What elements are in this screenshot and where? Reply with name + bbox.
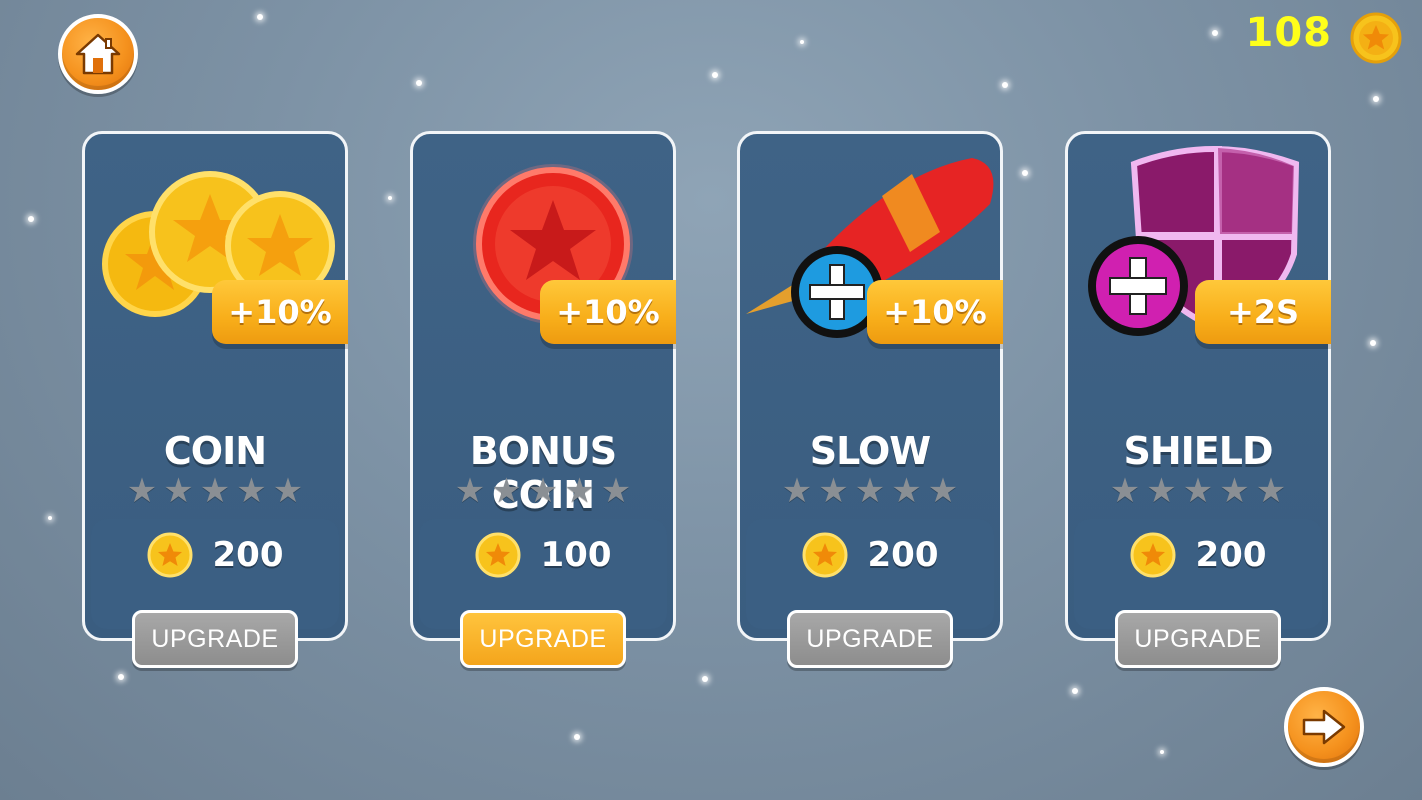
star-coin-icon [802,532,847,578]
card-title: SHIELD [1123,429,1273,473]
star-empty-icon: ★ [1219,471,1250,511]
bonus-badge: +10% [212,280,348,344]
price-value: 200 [1195,535,1267,575]
star-empty-icon: ★ [564,471,595,511]
star-empty-icon: ★ [1255,471,1287,511]
upgrade-card-bonus-coin: +10% BONUS COIN ★ ★ ★ ★ ★ 100 UPGRADE [410,131,676,668]
upgrade-card-coin: +10% COIN ★ ★ ★ ★ ★ 200 UPGRADE [82,131,348,668]
next-button[interactable] [1284,687,1364,767]
star-empty-icon: ★ [199,471,231,511]
upgrade-card-slow: +10% SLOW ★ ★ ★ ★ ★ 200 UPGRADE [737,131,1003,668]
home-button[interactable] [58,14,138,94]
sparkle [48,516,52,520]
bonus-badge: +10% [540,280,676,344]
star-empty-icon: ★ [527,471,559,511]
sparkle [702,676,708,682]
star-empty-icon: ★ [818,471,849,511]
home-icon [75,33,121,75]
card-title: COIN [163,429,267,473]
star-coin-icon [475,532,520,578]
price-value: 100 [540,535,612,575]
bonus-badge: +2S [1195,280,1331,344]
price-value: 200 [212,535,284,575]
level-stars: ★ ★ ★ ★ ★ [740,474,1000,508]
star-empty-icon: ★ [1146,471,1177,511]
sparkle [574,734,580,740]
star-empty-icon: ★ [1182,471,1214,511]
price-value: 200 [867,535,939,575]
sparkle [28,216,34,222]
star-coin-icon [147,532,192,578]
gold-coins-icon [102,171,335,317]
star-empty-icon: ★ [491,471,522,511]
bonus-badge: +10% [867,280,1003,344]
sparkle [1370,340,1376,346]
level-stars: ★ ★ ★ ★ ★ [413,474,673,508]
price-row: 200 [1068,532,1328,578]
star-empty-icon: ★ [891,471,922,511]
sparkle [1002,82,1008,88]
star-empty-icon: ★ [126,471,158,511]
coin-count: 108 [1245,10,1332,56]
upgrade-card-shield: +2S SHIELD ★ ★ ★ ★ ★ 200 UPGRADE [1065,131,1331,668]
sparkle [800,40,804,44]
upgrade-button-slow[interactable]: UPGRADE [787,610,953,668]
star-empty-icon: ★ [781,471,813,511]
star-empty-icon: ★ [854,471,886,511]
upgrade-button-coin[interactable]: UPGRADE [132,610,298,668]
sparkle [257,14,263,20]
sparkle [118,674,124,680]
sparkle [416,80,422,86]
shield-icon [1088,146,1300,336]
rocket-icon [746,158,994,338]
star-coin-icon [1350,12,1402,68]
sparkle [388,196,392,200]
price-row: 200 [85,532,345,578]
sparkle [1022,170,1028,176]
upgrade-button-shield[interactable]: UPGRADE [1115,610,1281,668]
upgrade-button-bonus-coin[interactable]: UPGRADE [460,610,626,668]
star-empty-icon: ★ [272,471,304,511]
sparkle [1212,30,1218,36]
star-empty-icon: ★ [1109,471,1141,511]
star-empty-icon: ★ [236,471,267,511]
sparkle [1373,96,1379,102]
price-row: 200 [740,532,1000,578]
red-star-coin-icon [473,164,633,324]
star-empty-icon: ★ [600,471,632,511]
level-stars: ★ ★ ★ ★ ★ [85,474,345,508]
sparkle [1072,688,1078,694]
star-empty-icon: ★ [163,471,194,511]
card-title: SLOW [809,429,931,473]
star-empty-icon: ★ [454,471,486,511]
arrow-right-icon [1302,709,1346,745]
star-coin-icon [1130,532,1175,578]
sparkle [1160,750,1164,754]
sparkle [712,72,718,78]
price-row: 100 [413,532,673,578]
star-empty-icon: ★ [927,471,959,511]
level-stars: ★ ★ ★ ★ ★ [1068,474,1328,508]
